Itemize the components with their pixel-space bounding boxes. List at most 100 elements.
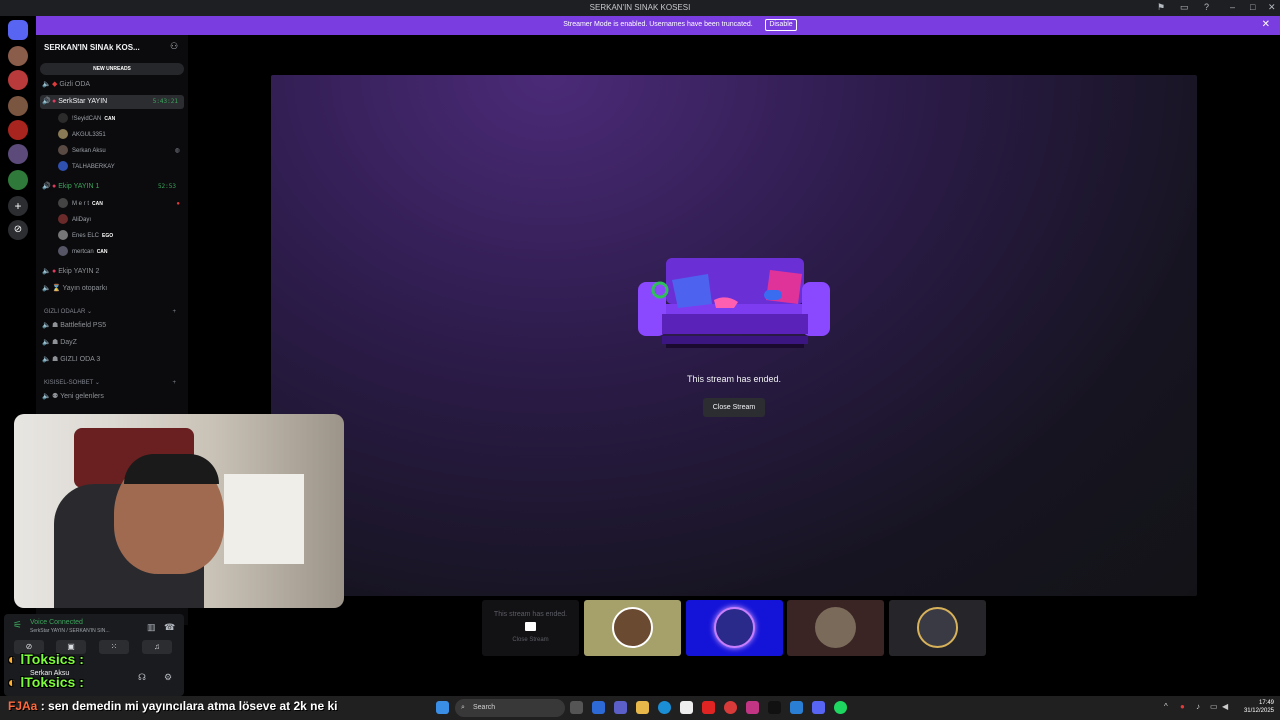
channel-dayz[interactable]: 🔈☗ DayZ: [42, 336, 77, 350]
badge-icon: ◐: [8, 651, 17, 667]
voice-user[interactable]: Serkan Aksu ◍: [58, 144, 180, 158]
instagram-icon[interactable]: [746, 701, 759, 714]
speaker-icon: 🔈: [42, 393, 51, 400]
voice-user[interactable]: !SeyidCAN CAN: [58, 112, 115, 126]
task-view-icon[interactable]: [570, 701, 583, 714]
category-kisisel-sohbet[interactable]: KISISEL-SOHBET ⌄ +: [44, 376, 184, 390]
chat-overlay-line: ◐ lToksics :: [8, 651, 84, 667]
voice-user[interactable]: AliDayı: [58, 213, 91, 227]
person-hair: [124, 454, 219, 484]
tray-app-icon[interactable]: ●: [1180, 702, 1185, 711]
avatar: [917, 607, 958, 648]
avatar: [58, 198, 68, 209]
window-titlebar: SERKAN'IN SINAK KOSESI ⚑ ▭ ? – □ ✕: [0, 0, 1280, 16]
network-icon[interactable]: ▭: [1210, 702, 1218, 711]
avatar: [714, 607, 755, 648]
channel-yayin-otoparki[interactable]: 🔈⌛ Yayın otoparkı: [42, 282, 182, 296]
server-name[interactable]: SERKAN'IN SINAk KOS...: [44, 43, 140, 52]
add-channel-icon[interactable]: +: [172, 376, 176, 390]
avatar: [58, 113, 68, 124]
channel-serkstar-yayin[interactable]: 🔊● SerkStar YAYIN 5:43:21: [40, 95, 184, 109]
avatar: [58, 214, 68, 225]
webcam-overlay: [14, 414, 344, 608]
voice-user[interactable]: M e r t CAN ●: [58, 197, 180, 211]
server-icon[interactable]: [8, 70, 28, 90]
speaker-icon: 🔈: [42, 285, 51, 292]
close-window-button[interactable]: ✕: [1268, 2, 1276, 13]
close-banner-icon[interactable]: ✕: [1262, 19, 1270, 30]
teams-icon[interactable]: [614, 701, 627, 714]
people-icon: ⚉: [52, 393, 61, 400]
voice-user[interactable]: AKGUL3351: [58, 128, 106, 142]
disable-button[interactable]: Disable: [765, 19, 797, 31]
voice-active-icon: 🔊: [42, 98, 51, 105]
server-icon[interactable]: [8, 96, 28, 116]
avatar: [58, 129, 68, 140]
muted-icon: ●: [176, 201, 180, 207]
microphone-icon[interactable]: ♪: [1196, 702, 1200, 711]
category-gizli-odalar[interactable]: GIZLI ODALAR ⌄ +: [44, 305, 184, 319]
discord-taskbar-icon[interactable]: [812, 701, 825, 714]
inbox-icon[interactable]: ⚑: [1157, 2, 1165, 13]
new-unreads-pill[interactable]: NEW UNREADS: [40, 63, 184, 75]
taskbar-search[interactable]: ⌕ Search: [455, 699, 565, 717]
channel-battlefield[interactable]: 🔈☗ Battlefield PS5: [42, 319, 106, 333]
disconnect-icon[interactable]: ☎: [164, 622, 175, 633]
close-stream-button[interactable]: Close Stream: [703, 398, 765, 417]
participant-tile[interactable]: [787, 600, 884, 656]
channel-gizli-oda-3[interactable]: 🔈☗ GIZLI ODA 3: [42, 353, 100, 367]
add-channel-icon[interactable]: +: [172, 305, 176, 319]
discord-home-icon[interactable]: [8, 20, 28, 40]
discover-icon[interactable]: ⊘: [8, 220, 28, 240]
participant-tile[interactable]: [686, 600, 783, 656]
volume-icon[interactable]: ◀: [1222, 702, 1228, 711]
file-explorer-icon[interactable]: [636, 701, 649, 714]
voice-user[interactable]: Enes ELC EGO: [58, 229, 113, 243]
spotify-icon[interactable]: [834, 701, 847, 714]
chrome-icon[interactable]: [724, 701, 737, 714]
voice-channel[interactable]: SerkStar YAYIN / SERKAN'IN SIN...: [30, 628, 110, 634]
tile-close-stream[interactable]: Close Stream: [482, 637, 579, 643]
participant-tile[interactable]: [889, 600, 986, 656]
store-icon[interactable]: [680, 701, 693, 714]
windows-start-icon[interactable]: [436, 701, 449, 714]
chat-overlay-line: ◐ lToksics :: [8, 674, 84, 690]
channel-ekip-yayin-1[interactable]: 🔊● Ekip YAYIN 1 52:53: [42, 180, 182, 194]
voice-user[interactable]: mertcan CAN: [58, 245, 108, 259]
taskbar-clock[interactable]: 17:49 31/12/2025: [1234, 699, 1274, 715]
speaker-icon: 🔈: [42, 356, 51, 363]
server-icon[interactable]: [8, 120, 28, 140]
maximize-button[interactable]: □: [1250, 2, 1255, 12]
participant-tile-stream-ended[interactable]: This stream has ended. Close Stream: [482, 600, 579, 656]
channel-timer: 52:53: [157, 183, 176, 190]
minimize-button[interactable]: –: [1230, 2, 1235, 12]
edge-icon[interactable]: [658, 701, 671, 714]
help-icon[interactable]: ?: [1204, 2, 1209, 12]
couch-illustration: [638, 258, 830, 348]
server-icon[interactable]: [8, 46, 28, 66]
soundboard-button[interactable]: ♫: [142, 640, 172, 654]
participant-tile[interactable]: [584, 600, 681, 656]
add-member-icon[interactable]: ⚇: [170, 41, 178, 52]
channel-yeni-gelenler[interactable]: 🔈⚉ Yeni gelenlers: [42, 390, 104, 404]
tiktok-icon[interactable]: [768, 701, 781, 714]
channel-ekip-yayin-2[interactable]: 🔈● Ekip YAYIN 2: [42, 265, 182, 279]
youtube-icon[interactable]: [702, 701, 715, 714]
clock-time: 17:49: [1258, 700, 1274, 706]
voice-user[interactable]: TALHABERKAY: [58, 160, 115, 174]
badge-icon: ◐: [8, 674, 17, 690]
add-server-icon[interactable]: +: [8, 196, 28, 216]
settings-gear-icon[interactable]: ⚙: [164, 672, 172, 683]
channel-gizli-oda[interactable]: 🔈◆ Gizli ODA: [42, 78, 182, 92]
headphones-icon[interactable]: ☊: [138, 672, 146, 683]
noise-suppression-icon[interactable]: ▥: [147, 622, 156, 633]
avatar: [612, 607, 653, 648]
server-icon[interactable]: [8, 170, 28, 190]
screen-share-icon[interactable]: ▭: [1180, 2, 1189, 13]
tray-chevron-icon[interactable]: ^: [1164, 702, 1168, 711]
server-icon[interactable]: [8, 144, 28, 164]
copilot-icon[interactable]: [592, 701, 605, 714]
voice-status[interactable]: Voice Connected: [30, 619, 83, 626]
activities-button[interactable]: ⁙: [99, 640, 129, 654]
checkmark-app-icon[interactable]: [790, 701, 803, 714]
